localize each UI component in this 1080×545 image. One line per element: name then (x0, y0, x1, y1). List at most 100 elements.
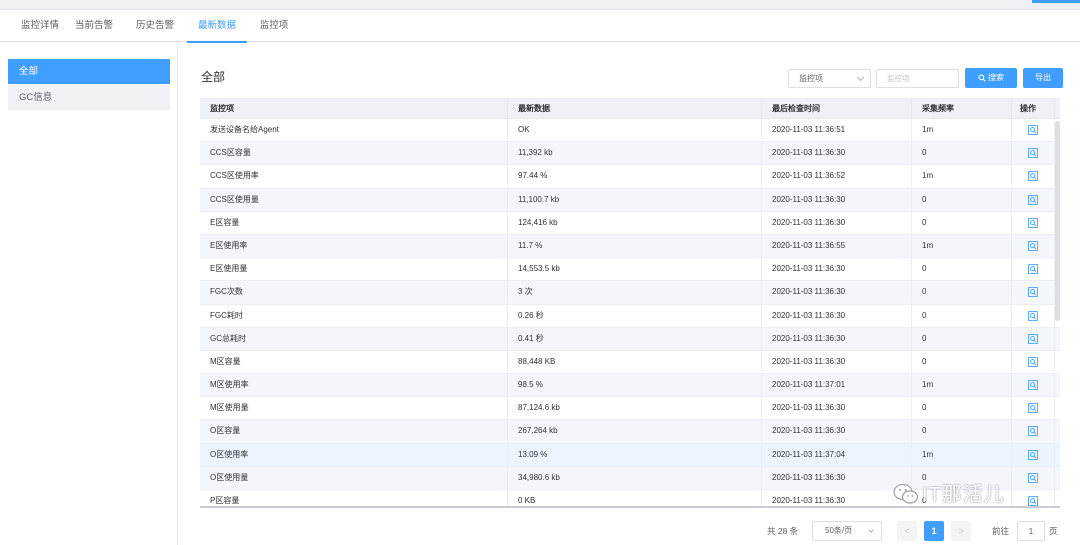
table-cell: 0.41 秒 (508, 327, 762, 350)
view-detail-icon[interactable] (1028, 171, 1038, 182)
table-cell: 2020-11-03 11:36:30 (762, 304, 912, 327)
table-row[interactable]: FGC耗时 0.26 秒 2020-11-03 11:36:30 0 (200, 304, 1060, 328)
view-detail-icon[interactable] (1028, 472, 1038, 483)
view-detail-icon[interactable] (1028, 310, 1038, 321)
table-cell-action (1012, 350, 1055, 373)
prev-page-button[interactable]: < (897, 521, 917, 541)
table-cell: 0 (912, 142, 1012, 165)
table-row[interactable]: CCS区使用率 97.44 % 2020-11-03 11:36:52 1m (200, 165, 1060, 189)
export-button[interactable]: 导出 (1023, 68, 1063, 88)
table-cell-action (1012, 234, 1055, 257)
table-header: 监控项 最新数据 最后检查时间 采集频率 操作 (200, 98, 1060, 119)
next-page-button[interactable]: > (951, 521, 971, 541)
view-detail-icon[interactable] (1028, 287, 1038, 298)
view-detail-icon[interactable] (1028, 449, 1038, 460)
table-cell-action (1012, 281, 1055, 304)
table-cell: 3 次 (508, 281, 762, 304)
tab-history-alerts[interactable]: 历史告警 (131, 10, 179, 42)
tab-current-alerts[interactable]: 当前告警 (70, 10, 118, 42)
view-detail-icon[interactable] (1028, 264, 1038, 274)
table-cell: 0 (912, 420, 1012, 443)
table-cell: 2020-11-03 11:36:30 (762, 466, 912, 489)
view-detail-icon[interactable] (1028, 148, 1038, 159)
table-cell-action (1012, 420, 1055, 443)
table-cell: M区使用量 (200, 397, 508, 420)
table-cell-action (1012, 142, 1055, 165)
table-cell: 87,124.6 kb (508, 397, 762, 420)
table-cell: 2020-11-03 11:36:55 (762, 234, 912, 257)
table-row[interactable]: O区容量 267,264 kb 2020-11-03 11:36:30 0 (200, 420, 1060, 444)
table-row[interactable]: 发送设备名给Agent OK 2020-11-03 11:36:51 1m (200, 119, 1060, 143)
table-row[interactable]: CCS区容量 11,392 kb 2020-11-03 11:36:30 0 (200, 142, 1060, 166)
table-cell: 0 KB (508, 490, 762, 506)
table-row[interactable]: M区使用率 98.5 % 2020-11-03 11:37:01 1m (200, 374, 1060, 398)
table-cell: 2020-11-03 11:36:30 (762, 397, 912, 420)
table-cell: FGC次数 (200, 281, 508, 304)
tab-monitor-items[interactable]: 监控项 (253, 10, 295, 42)
table-row[interactable]: CCS区使用量 11,100.7 kb 2020-11-03 11:36:30 0 (200, 188, 1060, 212)
tab-monitor-detail[interactable]: 监控详情 (12, 10, 68, 42)
view-detail-icon[interactable] (1028, 333, 1038, 344)
table-row[interactable]: E区使用量 14,553.5 kb 2020-11-03 11:36:30 0 (200, 258, 1060, 282)
sidebar: 全部 GC信息 (0, 42, 178, 545)
search-input[interactable] (876, 69, 959, 88)
top-strip (0, 0, 1080, 10)
table-scrollbar[interactable] (1055, 121, 1060, 321)
table-row[interactable]: E区容量 124,416 kb 2020-11-03 11:36:30 0 (200, 211, 1060, 235)
view-detail-icon[interactable] (1028, 125, 1038, 135)
table-cell: 发送设备名给Agent (200, 119, 508, 141)
table-cell: 88,448 KB (508, 350, 762, 373)
sidebar-item-gc-info[interactable]: GC信息 (8, 85, 170, 110)
table-cell-action (1012, 119, 1055, 141)
table-cell: 2020-11-03 11:36:52 (762, 165, 912, 188)
page-size-select[interactable]: 50条/页 (812, 521, 882, 541)
table-cell-action (1012, 188, 1055, 211)
table-cell: 2020-11-03 11:36:30 (762, 142, 912, 165)
goto-page-input[interactable] (1017, 521, 1045, 541)
tab-bar: 监控详情 当前告警 历史告警 最新数据 监控项 (0, 10, 1080, 43)
table-cell: 0 (912, 211, 1012, 234)
table-cell: 0.26 秒 (508, 304, 762, 327)
table-cell-action (1012, 443, 1055, 466)
view-detail-icon[interactable] (1028, 426, 1038, 437)
filter-select[interactable]: 监控项 (788, 69, 871, 88)
column-header: 监控项 (200, 98, 508, 119)
table-cell: 1m (912, 119, 1012, 141)
table-cell: 2020-11-03 11:36:30 (762, 211, 912, 234)
top-strip-accent (1032, 0, 1080, 3)
table-cell: P区容量 (200, 490, 508, 506)
table-cell: CCS区使用率 (200, 165, 508, 188)
table-cell: 0 (912, 350, 1012, 373)
table-row[interactable]: O区使用率 13.09 % 2020-11-03 11:37:04 1m (200, 443, 1060, 467)
view-detail-icon[interactable] (1028, 357, 1038, 367)
view-detail-icon[interactable] (1028, 217, 1038, 228)
table-cell: 267,264 kb (508, 420, 762, 443)
view-detail-icon[interactable] (1028, 380, 1038, 390)
table-row[interactable]: E区使用率 11.7 % 2020-11-03 11:36:55 1m (200, 234, 1060, 259)
table-cell: E区使用率 (200, 234, 508, 257)
table-row[interactable]: M区使用量 87,124.6 kb 2020-11-03 11:36:30 0 (200, 397, 1060, 421)
table-row[interactable]: M区容量 88,448 KB 2020-11-03 11:36:30 0 (200, 350, 1060, 375)
table-body: 发送设备名给Agent OK 2020-11-03 11:36:51 1m CCS区容量… (200, 119, 1060, 506)
search-button-label: 搜索 (988, 73, 1004, 82)
wechat-icon (893, 483, 919, 504)
view-detail-icon[interactable] (1028, 403, 1038, 414)
table-cell-action (1012, 211, 1055, 234)
table-cell: 97.44 % (508, 165, 762, 188)
table-cell: 1m (912, 443, 1012, 466)
table-cell: M区容量 (200, 350, 508, 373)
view-detail-icon[interactable] (1028, 194, 1038, 205)
table-cell-action (1012, 304, 1055, 327)
page-unit-label: 页 (1049, 526, 1058, 536)
tab-latest-data[interactable]: 最新数据 (187, 10, 247, 43)
search-button[interactable]: 搜索 (965, 68, 1017, 88)
view-detail-icon[interactable] (1028, 241, 1038, 251)
column-header: 最后检查时间 (762, 98, 912, 119)
table-cell-action (1012, 258, 1055, 281)
table-row[interactable]: GC总耗时 0.41 秒 2020-11-03 11:36:30 0 (200, 327, 1060, 351)
page-button-current[interactable]: 1 (924, 521, 944, 541)
sidebar-item-all[interactable]: 全部 (8, 59, 170, 84)
view-detail-icon[interactable] (1028, 496, 1038, 506)
watermark: IT那活儿 (893, 480, 1005, 510)
table-row[interactable]: FGC次数 3 次 2020-11-03 11:36:30 0 (200, 281, 1060, 305)
